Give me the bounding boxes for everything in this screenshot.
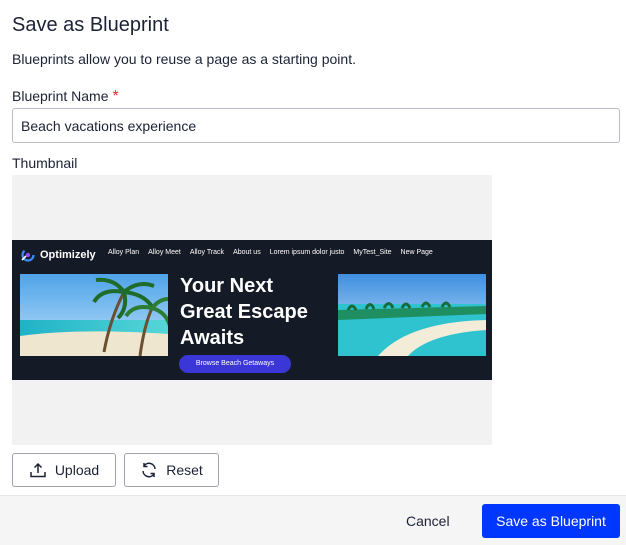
optimizely-logo-icon xyxy=(21,248,35,262)
beach-photo-right xyxy=(338,274,486,356)
beach-photo-left xyxy=(20,274,168,356)
nav-item: New Page xyxy=(400,249,433,256)
nav-item: Alloy Track xyxy=(189,249,225,256)
blueprint-name-label-text: Blueprint Name xyxy=(12,88,109,104)
nav-item: Alloy Meet xyxy=(148,249,181,256)
upload-button-label: Upload xyxy=(54,462,100,478)
thumbnail-cta: Browse Beach Getaways xyxy=(179,355,291,373)
thumbnail-preview: Optimizely Alloy Plan Alloy Meet Alloy T… xyxy=(12,175,492,445)
upload-button[interactable]: Upload xyxy=(12,453,116,487)
thumbnail-banner: Optimizely Alloy Plan Alloy Meet Alloy T… xyxy=(12,240,492,380)
nav-item: About us xyxy=(233,249,261,256)
upload-icon xyxy=(30,462,46,478)
cancel-button[interactable]: Cancel xyxy=(406,513,450,529)
required-marker: * xyxy=(112,88,119,105)
blueprint-name-input[interactable] xyxy=(12,108,620,143)
thumbnail-label: Thumbnail xyxy=(12,155,78,171)
save-button-label: Save as Blueprint xyxy=(496,513,606,529)
dialog-title: Save as Blueprint xyxy=(12,14,169,36)
dialog-footer: Cancel Save as Blueprint xyxy=(0,495,626,545)
reset-button-label: Reset xyxy=(166,462,203,478)
brand-name: Optimizely xyxy=(40,249,96,261)
nav-item: Lorem ipsum dolor justo xyxy=(269,249,345,256)
refresh-icon xyxy=(142,462,156,478)
thumbnail-headline: Your Next Great Escape Awaits xyxy=(180,275,308,349)
nav-item: Alloy Plan xyxy=(108,249,140,256)
dialog-description: Blueprints allow you to reuse a page as … xyxy=(12,51,356,67)
blueprint-name-label: Blueprint Name * xyxy=(12,88,119,106)
save-as-blueprint-button[interactable]: Save as Blueprint xyxy=(482,504,620,538)
nav-item: MyTest_Site xyxy=(353,249,392,256)
thumbnail-nav: Alloy Plan Alloy Meet Alloy Track About … xyxy=(108,249,433,256)
brand-logo: Optimizely xyxy=(20,247,96,263)
reset-button[interactable]: Reset xyxy=(124,453,219,487)
